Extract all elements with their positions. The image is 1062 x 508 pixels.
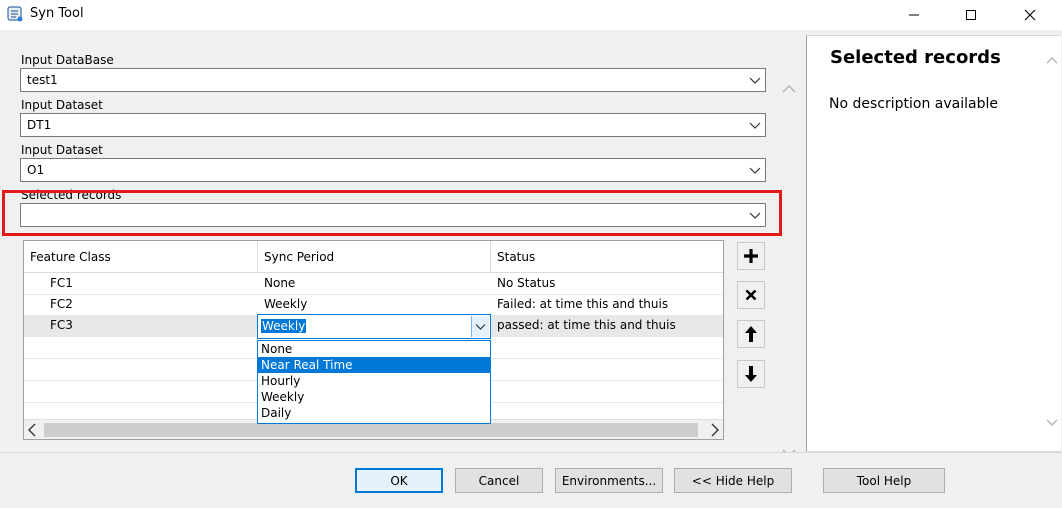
chevron-down-icon [749, 122, 761, 129]
feature-class-cell: FC3 [50, 318, 73, 332]
dropdown-option-hourly[interactable]: Hourly [258, 373, 490, 389]
hide-help-button[interactable]: << Hide Help [674, 468, 792, 493]
sync-period-dropdown-list[interactable]: None Near Real Time Hourly Weekly Daily [257, 340, 491, 424]
input-dataset-combobox[interactable]: DT1 [20, 113, 766, 137]
close-icon [1024, 9, 1036, 21]
move-down-button[interactable] [737, 360, 765, 388]
chevron-down-icon [749, 167, 761, 174]
delete-icon [745, 289, 757, 301]
chevron-up-icon[interactable] [782, 84, 796, 94]
table-row[interactable]: FC2 Weekly Failed: at time this and thui… [24, 294, 723, 316]
move-down-icon [745, 366, 757, 382]
chevron-left-icon[interactable] [27, 423, 37, 437]
column-header-status[interactable]: Status [491, 241, 723, 273]
input-dataset-2-value: O1 [27, 163, 45, 177]
input-dataset-2-label: Input Dataset [21, 143, 103, 157]
cancel-button[interactable]: Cancel [455, 468, 543, 493]
sync-period-editor-value[interactable]: Weekly [261, 319, 307, 333]
dropdown-option-none[interactable]: None [258, 341, 490, 357]
sync-period-editor[interactable]: Weekly [257, 314, 491, 339]
dropdown-option-daily[interactable]: Daily [258, 405, 490, 421]
input-dataset-value: DT1 [27, 118, 52, 132]
feature-class-cell: FC2 [50, 297, 73, 311]
input-dataset-2-combobox[interactable]: O1 [20, 158, 766, 182]
environments-button[interactable]: Environments... [555, 468, 663, 493]
dropdown-option-near-real-time[interactable]: Near Real Time [258, 357, 490, 373]
form-vertical-scrollbar[interactable] [778, 78, 800, 468]
scroll-tool-icon [7, 6, 23, 22]
maximize-icon [966, 10, 976, 20]
status-cell: passed: at time this and thuis [497, 318, 676, 332]
chevron-down-icon [475, 323, 486, 330]
add-icon [744, 249, 758, 263]
selected-records-label: Selected records [21, 188, 122, 202]
input-database-label: Input DataBase [21, 53, 114, 67]
add-row-button[interactable] [737, 242, 765, 270]
chevron-right-icon[interactable] [710, 423, 720, 437]
status-cell: Failed: at time this and thuis [497, 297, 669, 311]
input-database-combobox[interactable]: test1 [20, 68, 766, 92]
selected-records-combobox[interactable] [20, 203, 766, 227]
tool-help-button[interactable]: Tool Help [823, 468, 945, 493]
help-panel: Selected records No description availabl… [806, 35, 1061, 452]
feature-class-cell: FC1 [50, 276, 73, 290]
minimize-icon [909, 14, 919, 16]
window-title: Syn Tool [30, 6, 84, 21]
help-description: No description available [829, 96, 998, 112]
title-bar: Syn Tool [0, 0, 1062, 30]
dropdown-option-weekly[interactable]: Weekly [258, 389, 490, 405]
sync-period-cell: None [264, 276, 296, 290]
chevron-down-icon [749, 212, 761, 219]
grid-header: Feature Class Sync Period Status [24, 241, 723, 273]
delete-row-button[interactable] [737, 281, 765, 309]
sync-period-cell: Weekly [264, 297, 308, 311]
ok-button[interactable]: OK [355, 468, 443, 493]
scrollbar-thumb[interactable] [44, 423, 698, 437]
input-database-value: test1 [27, 73, 58, 87]
table-row[interactable]: FC1 None No Status [24, 273, 723, 295]
column-header-feature-class[interactable]: Feature Class [24, 241, 258, 273]
move-up-icon [745, 326, 757, 342]
chevron-down-icon [749, 77, 761, 84]
chevron-up-icon[interactable] [1046, 56, 1058, 65]
close-button[interactable] [1006, 0, 1054, 30]
button-bar: OK Cancel Environments... << Hide Help T… [0, 452, 1062, 508]
minimize-button[interactable] [890, 0, 938, 30]
help-vertical-scrollbar[interactable] [1043, 36, 1061, 451]
move-up-button[interactable] [737, 320, 765, 348]
maximize-button[interactable] [947, 0, 995, 30]
input-dataset-label: Input Dataset [21, 98, 103, 112]
help-title: Selected records [830, 47, 1001, 68]
column-header-sync-period[interactable]: Sync Period [258, 241, 491, 273]
status-cell: No Status [497, 276, 556, 290]
sync-period-dropdown-button[interactable] [471, 316, 489, 337]
chevron-down-icon[interactable] [1046, 418, 1058, 427]
